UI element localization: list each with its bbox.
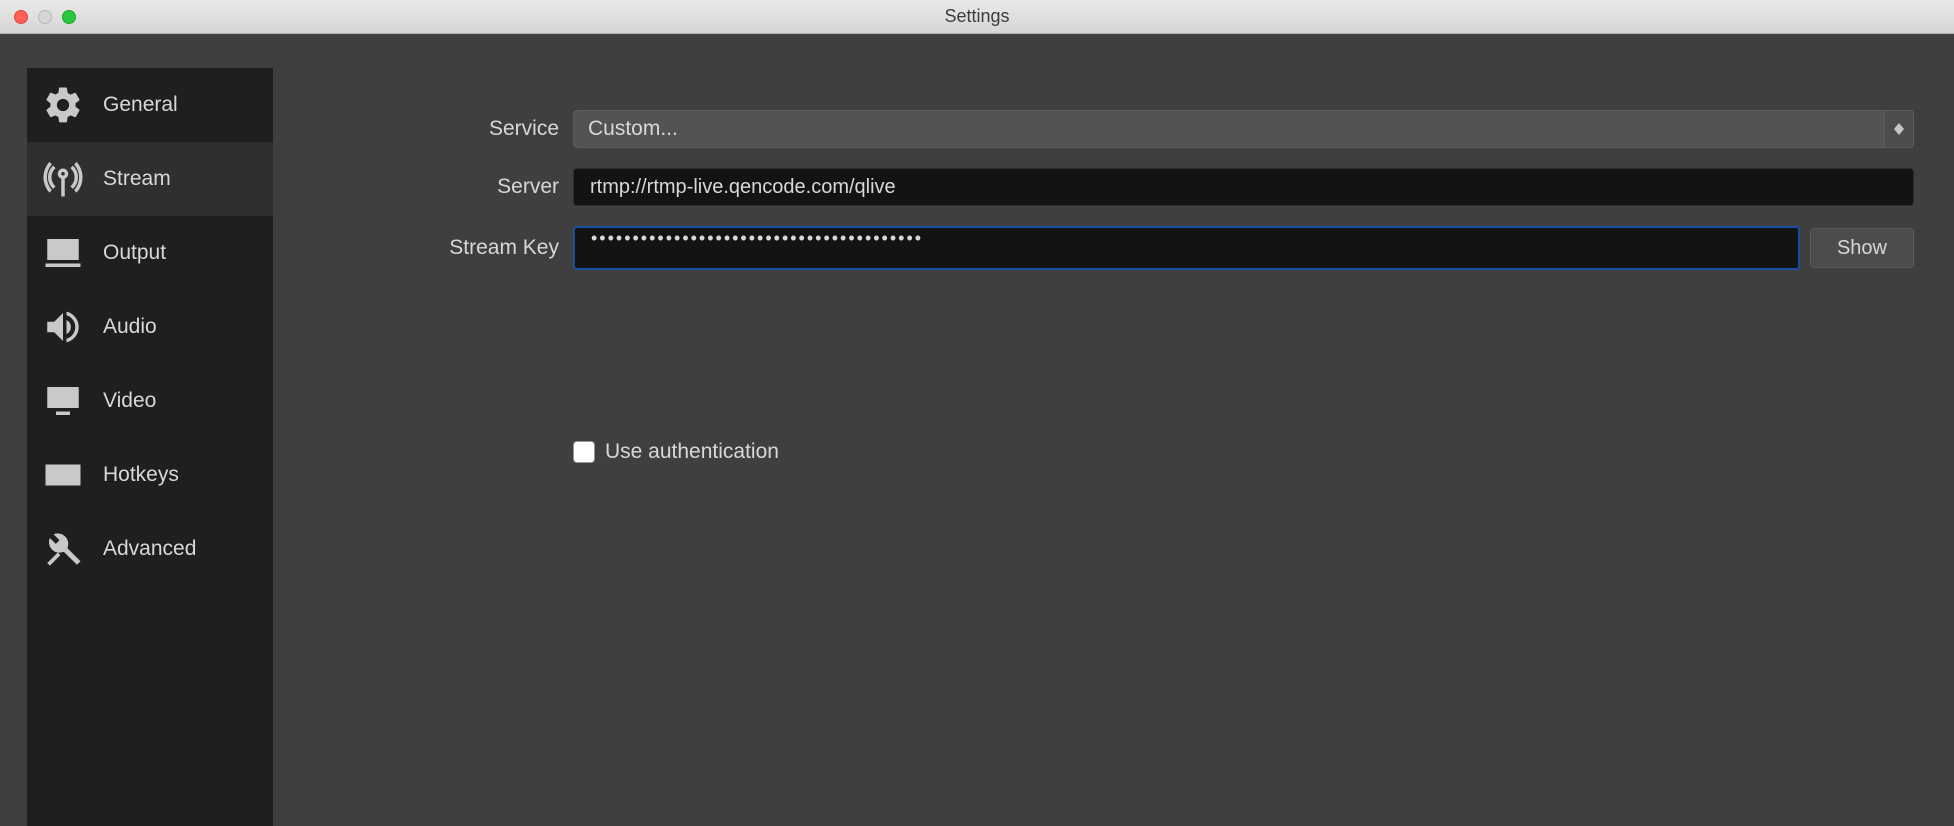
row-stream-key: Stream Key •••••••••••••••••••••••••••••… [273,226,1914,270]
label-stream-key: Stream Key [273,236,573,260]
settings-sidebar: General Stream Output Audio Video [27,68,273,826]
minimize-window-button[interactable] [38,10,52,24]
zoom-window-button[interactable] [62,10,76,24]
gear-icon [39,81,87,129]
titlebar: Settings [0,0,1954,34]
service-select[interactable]: Custom... [573,110,1914,148]
window-title: Settings [944,6,1009,27]
sidebar-item-output[interactable]: Output [27,216,273,290]
sidebar-item-label: Advanced [103,537,196,561]
show-stream-key-button[interactable]: Show [1810,228,1914,268]
row-service: Service Custom... [273,110,1914,148]
speaker-icon [39,303,87,351]
sidebar-item-audio[interactable]: Audio [27,290,273,364]
sidebar-item-hotkeys[interactable]: Hotkeys [27,438,273,512]
row-use-authentication: Use authentication [573,440,1914,464]
stream-key-input[interactable]: •••••••••••••••••••••••••••••••••••••••• [573,226,1800,270]
sidebar-item-advanced[interactable]: Advanced [27,512,273,586]
output-icon [39,229,87,277]
server-input[interactable] [573,168,1914,206]
monitor-icon [39,377,87,425]
app-body: General Stream Output Audio Video [0,34,1954,826]
close-window-button[interactable] [14,10,28,24]
window-controls [0,10,76,24]
sidebar-item-label: Hotkeys [103,463,179,487]
label-server: Server [273,175,573,199]
use-authentication-label: Use authentication [605,440,779,464]
service-select-value: Custom... [573,110,1884,148]
sidebar-item-label: Video [103,389,156,413]
settings-panel-stream: Service Custom... Server Stream Key •• [273,34,1954,826]
keyboard-icon [39,451,87,499]
sidebar-item-label: Output [103,241,166,265]
sidebar-item-label: General [103,93,178,117]
use-authentication-checkbox[interactable] [573,441,595,463]
label-service: Service [273,117,573,141]
sidebar-item-stream[interactable]: Stream [27,142,273,216]
antenna-icon [39,155,87,203]
sidebar-item-label: Audio [103,315,157,339]
row-server: Server [273,168,1914,206]
select-spinner-icon [1884,110,1914,148]
sidebar-item-video[interactable]: Video [27,364,273,438]
sidebar-item-label: Stream [103,167,171,191]
sidebar-item-general[interactable]: General [27,68,273,142]
tools-icon [39,525,87,573]
